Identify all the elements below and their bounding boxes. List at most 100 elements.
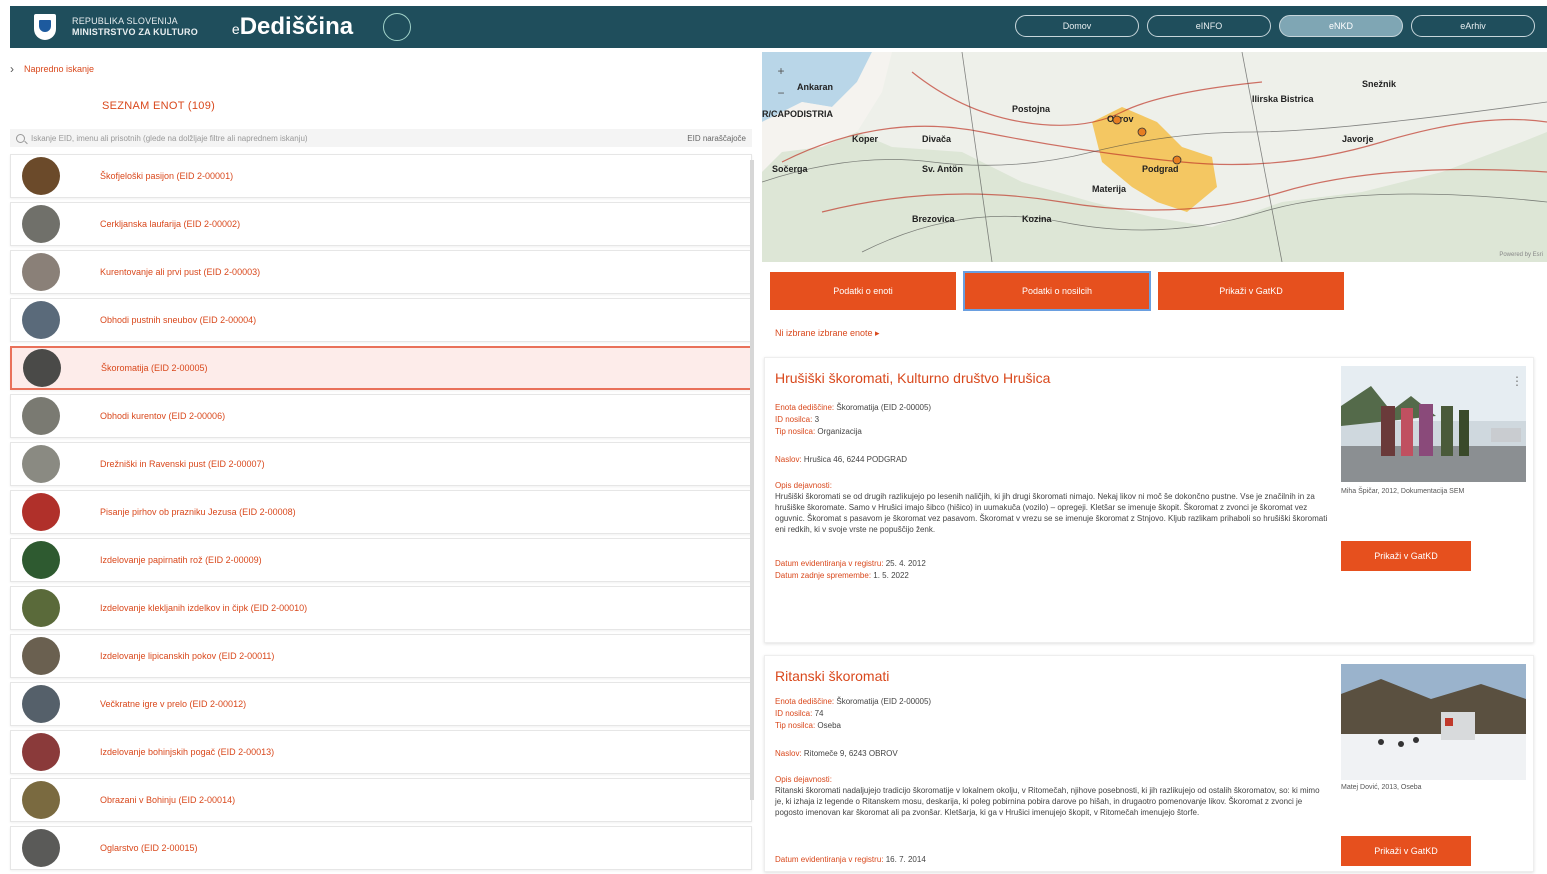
unit-list-item[interactable]: Obhodi kurentov (EID 2-00006)	[10, 394, 752, 438]
unit-list-item[interactable]: Kurentovanje ali prvi pust (EID 2-00003)	[10, 250, 752, 294]
top-header: REPUBLIKA SLOVENIJA MINISTRSTVO ZA KULTU…	[10, 6, 1547, 48]
zoom-out-button[interactable]: −	[770, 82, 792, 104]
map-label: Koper	[852, 134, 879, 144]
unit-label[interactable]: Cerkljanska laufarija (EID 2-00002)	[100, 219, 240, 229]
unit-list-item[interactable]: Škofjeloški pasijon (EID 2-00001)	[10, 154, 752, 198]
map-label: Brezovica	[912, 214, 956, 224]
carrier-photo[interactable]	[1341, 664, 1526, 780]
unit-label[interactable]: Drežniški in Ravenski pust (EID 2-00007)	[100, 459, 265, 469]
meta-value: Hrušica 46, 6244 PODGRAD	[803, 455, 908, 464]
nav-einfo[interactable]: eINFO	[1147, 15, 1271, 37]
map-label: Ankaran	[797, 82, 833, 92]
search-input[interactable]: Iskanje EID, imenu ali prisotnih (glede …	[31, 134, 308, 143]
meta-key: Naslov:	[775, 455, 802, 464]
show-in-gatkd-button[interactable]: Prikaži v GatKD	[1341, 836, 1471, 866]
unit-thumbnail	[22, 205, 60, 243]
unit-list-item[interactable]: Oglarstvo (EID 2-00015)	[10, 826, 752, 870]
unit-label[interactable]: Škofjeloški pasijon (EID 2-00001)	[100, 171, 233, 181]
chevron-right-icon: ›	[10, 62, 14, 76]
search-bar[interactable]: Iskanje EID, imenu ali prisotnih (glede …	[10, 129, 752, 147]
list-scrollbar[interactable]	[750, 160, 754, 800]
nav-enkd[interactable]: eNKD	[1279, 15, 1403, 37]
map-label: Sočerga	[772, 164, 809, 174]
carrier-dates: Datum evidentiranja v registru: 25. 4. 2…	[775, 558, 1330, 582]
unit-info-button[interactable]: Podatki o enoti	[770, 272, 956, 310]
meta-value: 74	[814, 709, 824, 718]
unit-list-item[interactable]: Izdelovanje papirnatih rož (EID 2-00009)	[10, 538, 752, 582]
carrier-photo[interactable]	[1341, 366, 1526, 482]
show-in-gatkd-button[interactable]: Prikaži v GatKD	[1341, 541, 1471, 571]
unit-label[interactable]: Oglarstvo (EID 2-00015)	[100, 843, 198, 853]
unit-label[interactable]: Izdelovanje klekljanih izdelkov in čipk …	[100, 603, 307, 613]
brand-name: Dediščina	[239, 13, 354, 40]
ministry-line2: MINISTRSTVO ZA KULTURO	[72, 27, 198, 37]
carrier-title: Ritanski škoromati	[775, 668, 890, 684]
map-label: Ilirska Bistrica	[1252, 94, 1315, 104]
map-label: Postojna	[1012, 104, 1051, 114]
unit-list-item[interactable]: Izdelovanje bohinjskih pogač (EID 2-0001…	[10, 730, 752, 774]
ministry-logo[interactable]: REPUBLIKA SLOVENIJA MINISTRSTVO ZA KULTU…	[72, 16, 198, 38]
unit-label[interactable]: Škoromatija (EID 2-00005)	[101, 363, 208, 373]
unit-list: Škofjeloški pasijon (EID 2-00001) Cerklja…	[10, 154, 752, 874]
unit-label[interactable]: Kurentovanje ali prvi pust (EID 2-00003)	[100, 267, 260, 277]
meta-key: Enota dediščine:	[775, 697, 835, 706]
unit-list-item[interactable]: Pisanje pirhov ob prazniku Jezusa (EID 2…	[10, 490, 752, 534]
carriers-info-button[interactable]: Podatki o nosilcih	[963, 271, 1151, 311]
unit-label[interactable]: Izdelovanje bohinjskih pogač (EID 2-0001…	[100, 747, 274, 757]
meta-key: ID nosilca:	[775, 709, 813, 718]
carrier-title: Hrušiški škoromati, Kulturno društvo Hru…	[775, 370, 1051, 386]
unit-label[interactable]: Pisanje pirhov ob prazniku Jezusa (EID 2…	[100, 507, 296, 517]
meta-value: Organizacija	[817, 427, 862, 436]
map-label: Podgrad	[1142, 164, 1179, 174]
unit-label[interactable]: Izdelovanje lipicanskih pokov (EID 2-000…	[100, 651, 274, 661]
meta-key: Datum evidentiranja v registru:	[775, 855, 884, 864]
nav-earhiv[interactable]: eArhiv	[1411, 15, 1535, 37]
sort-select[interactable]: EID naraščajoče	[687, 134, 746, 143]
coat-of-arms-icon	[34, 14, 56, 40]
carrier-dates: Datum evidentiranja v registru: 16. 7. 2…	[775, 854, 1330, 866]
unit-thumbnail	[22, 541, 60, 579]
ministry-line1: REPUBLIKA SLOVENIJA	[72, 16, 178, 26]
unit-thumbnail	[22, 781, 60, 819]
meta-key: Opis dejavnosti:	[775, 481, 832, 490]
unit-thumbnail	[22, 589, 60, 627]
unit-list-item[interactable]: Cerkljanska laufarija (EID 2-00002)	[10, 202, 752, 246]
map-view[interactable]: Ankaran R/CAPODISTRIA Koper Sočerga Sv. …	[762, 52, 1547, 262]
description-text: Ritanski škoromati nadaljujejo tradicijo…	[775, 786, 1320, 817]
brand-prefix: e	[231, 21, 240, 37]
map-label: Materija	[1092, 184, 1127, 194]
photo-caption: Miha Špičar, 2012, Dokumentacija SEM	[1341, 488, 1465, 495]
unit-list-item[interactable]: Obhodi pustnih sneubov (EID 2-00004)	[10, 298, 752, 342]
map-attribution[interactable]: Powered by Esri	[1499, 252, 1543, 258]
carrier-meta: Enota dediščine: Škoromatija (EID 2-0000…	[775, 402, 1330, 438]
breadcrumb[interactable]: › Napredno iskanje	[10, 62, 94, 76]
unit-thumbnail	[22, 493, 60, 531]
unit-list-item[interactable]: Izdelovanje lipicanskih pokov (EID 2-000…	[10, 634, 752, 678]
unit-list-item[interactable]: Izdelovanje klekljanih izdelkov in čipk …	[10, 586, 752, 630]
map-label: Javorje	[1342, 134, 1374, 144]
carrier-address: Naslov: Hrušica 46, 6244 PODGRAD	[775, 454, 1330, 466]
unit-label[interactable]: Obhodi pustnih sneubov (EID 2-00004)	[100, 315, 256, 325]
show-in-gatkd-button[interactable]: Prikaži v GatKD	[1158, 272, 1344, 310]
unit-list-item[interactable]: Škoromatija (EID 2-00005)	[10, 346, 752, 390]
zoom-in-button[interactable]: +	[770, 60, 792, 82]
selection-hint[interactable]: Ni izbrane izbrane enote ▸	[775, 328, 880, 339]
nav-domov[interactable]: Domov	[1015, 15, 1139, 37]
carrier-card: Hrušiški škoromati, Kulturno društvo Hru…	[764, 357, 1534, 643]
unit-label[interactable]: Večkratne igre v prelo (EID 2-00012)	[100, 699, 246, 709]
unit-thumbnail	[22, 829, 60, 867]
brand-logo[interactable]: eDediščina	[232, 13, 353, 41]
unit-list-item[interactable]: Drežniški in Ravenski pust (EID 2-00007)	[10, 442, 752, 486]
more-options-icon[interactable]: ⋮	[1511, 374, 1523, 388]
unit-label[interactable]: Obhodi kurentov (EID 2-00006)	[100, 411, 225, 421]
unit-label[interactable]: Obrazani v Bohinju (EID 2-00014)	[100, 795, 235, 805]
breadcrumb-advanced-search[interactable]: Napredno iskanje	[24, 64, 94, 74]
unit-list-item[interactable]: Obrazani v Bohinju (EID 2-00014)	[10, 778, 752, 822]
meta-key: Datum zadnje spremembe:	[775, 571, 872, 580]
eu-funding-logo	[383, 13, 477, 41]
map-label: Snežnik	[1362, 79, 1397, 89]
units-panel: › Napredno iskanje SEZNAM ENOT (109) Isk…	[10, 52, 752, 872]
unit-label[interactable]: Izdelovanje papirnatih rož (EID 2-00009)	[100, 555, 262, 565]
unit-list-item[interactable]: Večkratne igre v prelo (EID 2-00012)	[10, 682, 752, 726]
meta-value: Škoromatija (EID 2-00005)	[836, 403, 932, 412]
